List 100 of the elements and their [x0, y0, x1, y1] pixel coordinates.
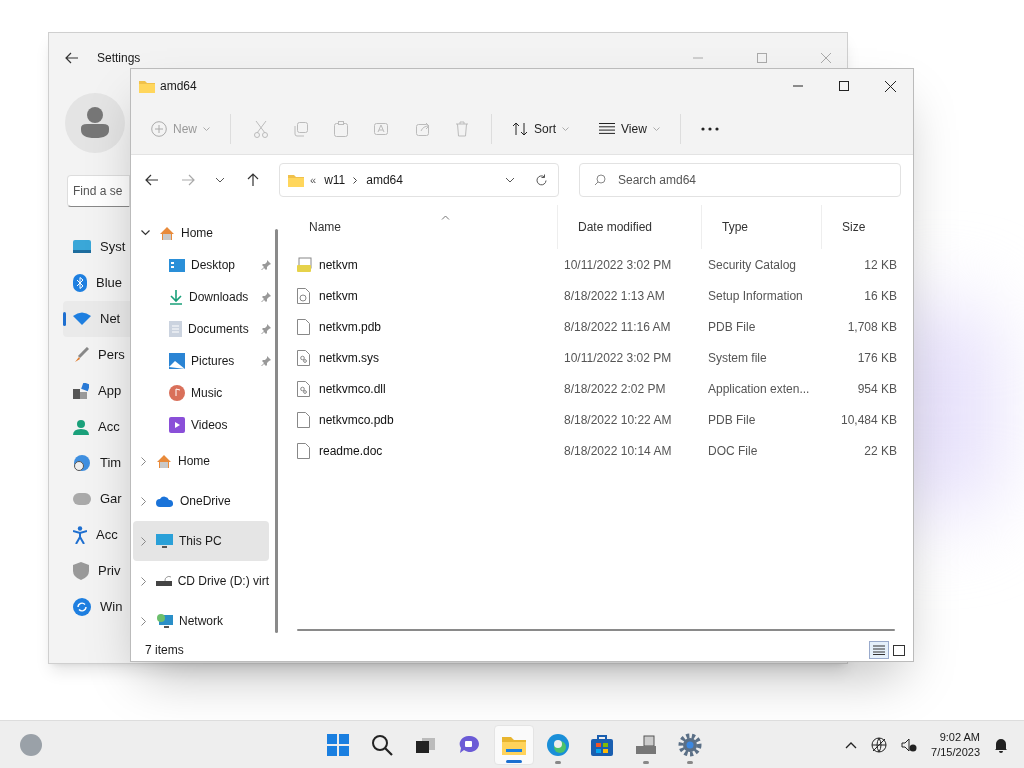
- scrollbar-thumb[interactable]: [275, 229, 278, 633]
- pin-icon[interactable]: [261, 324, 271, 334]
- file-name[interactable]: netkvm.sys: [319, 348, 379, 367]
- column-header[interactable]: Size: [821, 205, 901, 249]
- breadcrumb-item[interactable]: amd64: [366, 171, 403, 189]
- file-name[interactable]: netkvm: [319, 286, 358, 305]
- search-field[interactable]: Find a se: [67, 175, 130, 207]
- scrollbar-thumb[interactable]: [297, 629, 895, 631]
- chevron-right-icon[interactable]: [141, 536, 147, 546]
- settings-nav-item[interactable]: Priv: [63, 553, 130, 589]
- chevron-down-icon[interactable]: [141, 230, 150, 236]
- clock-date[interactable]: 7/15/2023: [931, 745, 980, 760]
- search-icon: [371, 734, 393, 756]
- maximize-icon: [839, 81, 849, 91]
- size-cell-text: 12 KB: [863, 256, 898, 274]
- user-silhouette-icon: [80, 106, 110, 140]
- caret-icon: [652, 126, 660, 131]
- up-icon[interactable]: [247, 173, 259, 187]
- forward-icon[interactable]: [181, 174, 195, 186]
- maximize-icon[interactable]: [757, 53, 767, 63]
- column-header[interactable]: Name: [289, 205, 557, 249]
- nav-tree-item[interactable]: OneDrive: [133, 481, 269, 521]
- file-name[interactable]: netkvm.pdb: [319, 317, 382, 336]
- settings-nav-item[interactable]: Syst: [63, 229, 130, 265]
- computer-drive-icon: [634, 734, 658, 756]
- chevron-right-icon[interactable]: [141, 456, 147, 466]
- minimize-icon: [793, 85, 803, 87]
- breadcrumb-item[interactable]: w11: [324, 171, 346, 189]
- dropdown-icon[interactable]: [505, 177, 515, 183]
- blank-document-icon: [297, 318, 313, 335]
- chat-bubble-icon: [459, 735, 481, 755]
- nav-tree-item[interactable]: Pictures: [133, 345, 271, 377]
- type-cell-text: Application exten...: [707, 380, 811, 398]
- paintbrush-icon: [73, 347, 89, 363]
- settings-nav-item[interactable]: Win: [63, 589, 130, 625]
- chevron-right-icon[interactable]: [141, 576, 147, 586]
- nav-tree-item[interactable]: Downloads: [133, 281, 271, 313]
- settings-nav-item[interactable]: Net: [63, 301, 130, 337]
- file-name[interactable]: netkvmco.dll: [319, 379, 386, 398]
- address-bar[interactable]: « w11 amd64: [279, 163, 559, 197]
- file-name[interactable]: readme.doc: [319, 441, 383, 460]
- nav-tree-item[interactable]: Documents: [133, 313, 271, 345]
- pin-icon[interactable]: [261, 292, 271, 302]
- chevron-right-icon: [353, 176, 359, 184]
- file-name[interactable]: netkvmco.pdb: [319, 410, 394, 429]
- sort-ascending-icon: [441, 215, 450, 220]
- settings-nav-item[interactable]: Acc: [63, 517, 130, 553]
- nav-tree-item[interactable]: Home: [133, 217, 269, 249]
- settings-nav-item[interactable]: Blue: [63, 265, 130, 301]
- desktop-icon: [169, 258, 185, 272]
- view-button[interactable]: View: [591, 112, 668, 145]
- settings-nav-item[interactable]: Tim: [63, 445, 130, 481]
- nav-tree-item[interactable]: Desktop: [133, 249, 271, 281]
- picture-icon: [169, 353, 185, 369]
- nav-tree-item[interactable]: Music: [133, 377, 271, 409]
- settings-nav-item[interactable]: App: [63, 373, 130, 409]
- display-icon: [73, 240, 91, 254]
- speaker-muted-icon[interactable]: [901, 737, 918, 753]
- date-cell-text: 8/18/2022 10:14 AM: [563, 442, 673, 460]
- chevron-right-icon[interactable]: [141, 616, 147, 626]
- column-header[interactable]: Date modified: [557, 205, 701, 249]
- overflow-chevrons[interactable]: «: [310, 171, 317, 189]
- item-count: 7 items: [145, 642, 184, 659]
- column-header[interactable]: Type: [701, 205, 821, 249]
- weather-icon[interactable]: [20, 733, 42, 756]
- settings-nav-item[interactable]: Gar: [63, 481, 130, 517]
- music-icon: [169, 385, 185, 401]
- sort-arrows-icon: [512, 121, 528, 136]
- back-icon[interactable]: [65, 52, 79, 64]
- nav-tree-item[interactable]: This PC: [133, 521, 269, 561]
- search-field[interactable]: Search amd64: [579, 163, 901, 197]
- chevron-up-icon[interactable]: [845, 741, 858, 749]
- pin-icon[interactable]: [261, 260, 271, 270]
- clock-time[interactable]: 9:02 AM: [939, 730, 980, 745]
- nav-tree-item[interactable]: Network: [133, 601, 269, 641]
- more-options-icon[interactable]: [700, 126, 719, 131]
- settings-nav-item[interactable]: Pers: [63, 337, 130, 373]
- network-icon: [156, 613, 173, 629]
- back-icon[interactable]: [145, 174, 159, 186]
- recent-locations-icon[interactable]: [215, 177, 225, 183]
- refresh-icon[interactable]: [535, 173, 548, 187]
- close-icon[interactable]: [821, 53, 831, 63]
- close-icon: [884, 80, 896, 92]
- video-icon: [169, 417, 185, 433]
- gear-document-icon: [297, 380, 313, 397]
- list-lines-icon: [873, 645, 885, 655]
- pin-icon[interactable]: [261, 356, 271, 366]
- globe-icon[interactable]: [871, 737, 888, 753]
- notification-bell-icon[interactable]: [994, 737, 1008, 753]
- file-name[interactable]: netkvm: [319, 255, 358, 274]
- nav-tree-item[interactable]: Videos: [133, 409, 271, 441]
- window-title: Settings: [97, 50, 141, 67]
- nav-tree-item[interactable]: Home: [133, 441, 269, 481]
- sort-button[interactable]: Sort: [504, 112, 578, 145]
- folder-icon: [502, 735, 526, 755]
- nav-tree-item[interactable]: CD Drive (D:) virt: [133, 561, 269, 601]
- gamepad-icon: [73, 493, 91, 505]
- chevron-right-icon[interactable]: [141, 496, 147, 506]
- details-view-button[interactable]: [869, 641, 889, 659]
- settings-nav-item[interactable]: Acc: [63, 409, 130, 445]
